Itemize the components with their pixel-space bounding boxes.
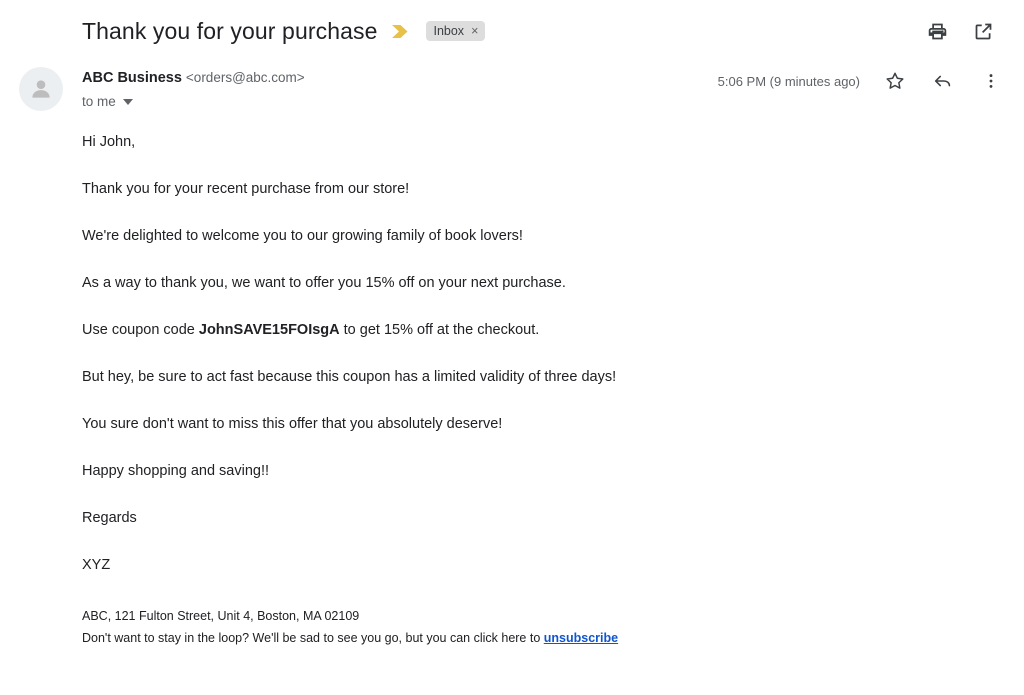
- unsubscribe-prefix: Don't want to stay in the loop? We'll be…: [82, 631, 544, 645]
- reply-arrow-icon: [934, 75, 951, 87]
- coupon-suffix: to get 15% off at the checkout.: [339, 322, 540, 338]
- recipient-expander[interactable]: to me: [82, 94, 133, 109]
- body-paragraph-6: You sure don't want to miss this offer t…: [82, 416, 503, 432]
- header-action-icons: [924, 18, 1004, 44]
- important-chevron-icon[interactable]: [391, 24, 410, 39]
- email-body: Hi John, Thank you for your recent purch…: [0, 111, 1024, 575]
- sender-name[interactable]: ABC Business: [82, 70, 182, 86]
- print-button[interactable]: [924, 18, 950, 44]
- body-greeting: Hi John,: [82, 134, 136, 150]
- message-actions: 5:06 PM (9 minutes ago): [718, 66, 1004, 94]
- more-options-button[interactable]: [978, 68, 1004, 94]
- coupon-code: JohnSAVE15FOIsgA: [198, 322, 340, 338]
- coupon-prefix: Use coupon code: [82, 322, 199, 338]
- body-paragraph-1: Thank you for your recent purchase from …: [82, 181, 410, 197]
- label-chip-inbox[interactable]: Inbox ×: [426, 21, 486, 41]
- sender-row: ABC Business <orders@abc.com> to me 5:06 …: [0, 44, 1024, 111]
- label-chip-text: Inbox: [433, 24, 465, 38]
- recipient-label: to me: [82, 94, 116, 109]
- body-paragraph-5: But hey, be sure to act fast because thi…: [82, 369, 617, 385]
- open-in-new-window-button[interactable]: [970, 18, 996, 44]
- email-footer: ABC, 121 Fulton Street, Unit 4, Boston, …: [0, 605, 1024, 649]
- avatar-container: [0, 66, 82, 111]
- avatar: [19, 67, 63, 111]
- person-avatar-icon: [32, 80, 50, 98]
- close-icon[interactable]: ×: [471, 25, 478, 38]
- more-vertical-icon: [989, 74, 993, 88]
- sender-details: ABC Business <orders@abc.com> to me: [82, 66, 718, 109]
- footer-unsubscribe-line: Don't want to stay in the loop? We'll be…: [82, 627, 1004, 649]
- body-coupon-line: Use coupon code JohnSAVE15FOIsgA to get …: [82, 293, 1004, 340]
- unsubscribe-link[interactable]: unsubscribe: [544, 631, 618, 645]
- body-paragraph-7: Happy shopping and saving!!: [82, 463, 270, 479]
- reply-button[interactable]: [930, 68, 956, 94]
- timestamp: 5:06 PM (9 minutes ago): [717, 73, 860, 89]
- body-signoff: Regards: [82, 510, 137, 526]
- email-header: Thank you for your purchase Inbox ×: [0, 0, 1024, 44]
- body-paragraph-2: We're delighted to welcome you to our gr…: [82, 228, 523, 244]
- star-button[interactable]: [882, 68, 908, 94]
- body-paragraph-3: As a way to thank you, we want to offer …: [82, 275, 566, 291]
- body-signature: XYZ: [82, 557, 111, 573]
- email-reading-pane: { "header": { "subject": "Thank you for …: [0, 0, 1024, 695]
- sender-line: ABC Business <orders@abc.com>: [82, 68, 718, 88]
- star-outline-icon: [886, 72, 904, 89]
- footer-address: ABC, 121 Fulton Street, Unit 4, Boston, …: [82, 609, 360, 623]
- page-title: Thank you for your purchase: [82, 17, 378, 44]
- sender-email[interactable]: <orders@abc.com>: [186, 70, 305, 85]
- chevron-down-icon: [122, 98, 133, 105]
